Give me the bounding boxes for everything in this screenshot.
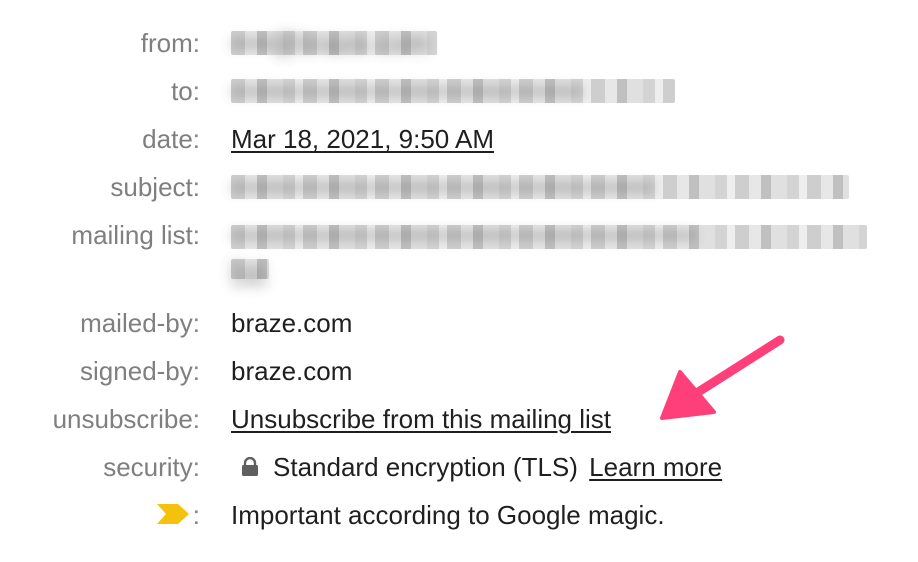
- to-label: to:: [171, 76, 200, 106]
- security-label: security:: [103, 452, 200, 482]
- importance-marker-icon: [157, 504, 189, 524]
- arrow-icon: [660, 335, 785, 420]
- security-value: Standard encryption (TLS) Learn more: [231, 447, 722, 487]
- mailing-list-value[interactable]: ••••••••••••••••••••••••••••••••••••••••…: [231, 215, 871, 295]
- importance-label: :: [192, 500, 200, 530]
- security-row: security: Standard encryption (TLS) Lear…: [0, 447, 918, 487]
- subject-row: subject: •••••••••••••••••••••••••••••••…: [0, 167, 918, 207]
- mailing-list-row: mailing list: ••••••••••••••••••••••••••…: [0, 215, 918, 295]
- date-value[interactable]: Mar 18, 2021, 9:50 AM: [231, 119, 494, 159]
- security-text: Standard encryption (TLS): [273, 452, 578, 482]
- signed-by-value: braze.com: [231, 356, 353, 386]
- importance-value: Important according to Google magic.: [231, 500, 665, 530]
- to-row: to: •••••••••••••••••••••••••••••••••••: [0, 71, 918, 111]
- learn-more-link[interactable]: Learn more: [589, 452, 722, 482]
- date-row: date: Mar 18, 2021, 9:50 AM: [0, 119, 918, 159]
- email-details-panel: from: ••••@braze.com to: •••••••••••••••…: [0, 0, 918, 562]
- unsubscribe-label: unsubscribe:: [52, 404, 200, 434]
- mailed-by-label: mailed-by:: [80, 308, 200, 338]
- from-row: from: ••••@braze.com: [0, 23, 918, 63]
- importance-row: : Important according to Google magic.: [0, 495, 918, 535]
- signed-by-label: signed-by:: [80, 356, 200, 386]
- mailing-list-label: mailing list:: [71, 220, 200, 250]
- from-label: from:: [140, 28, 200, 58]
- lock-icon: [242, 457, 258, 477]
- unsubscribe-link[interactable]: Unsubscribe from this mailing list: [231, 399, 611, 439]
- date-label: date:: [142, 124, 200, 154]
- mailed-by-value: braze.com: [231, 308, 353, 338]
- subject-label: subject:: [110, 172, 200, 202]
